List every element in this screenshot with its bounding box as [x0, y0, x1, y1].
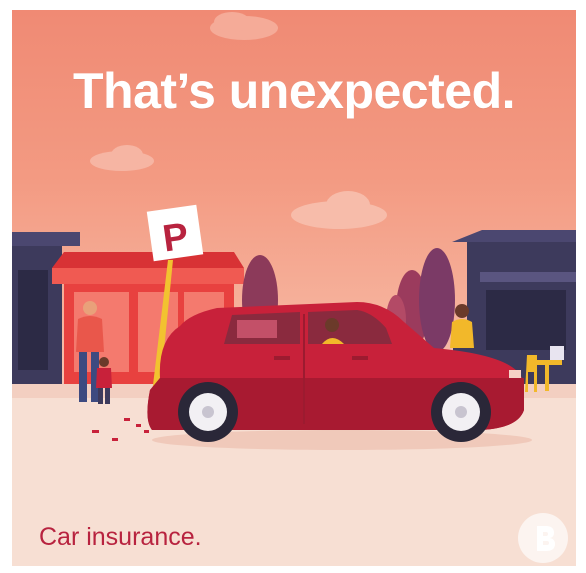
car-wheel-icon	[178, 382, 238, 442]
headline: That’s unexpected.	[72, 63, 516, 119]
cloud-icon	[210, 12, 278, 40]
ad-banner[interactable]: P That’s unexpected. Car insurance.	[12, 10, 576, 566]
brand-b-logo-icon[interactable]	[518, 513, 568, 563]
cloud-icon	[90, 145, 154, 171]
car-wheel-icon	[431, 382, 491, 442]
brand-b-logo-icon	[537, 526, 555, 551]
cloud-icon	[291, 191, 387, 229]
tagline[interactable]: Car insurance.	[39, 523, 202, 552]
